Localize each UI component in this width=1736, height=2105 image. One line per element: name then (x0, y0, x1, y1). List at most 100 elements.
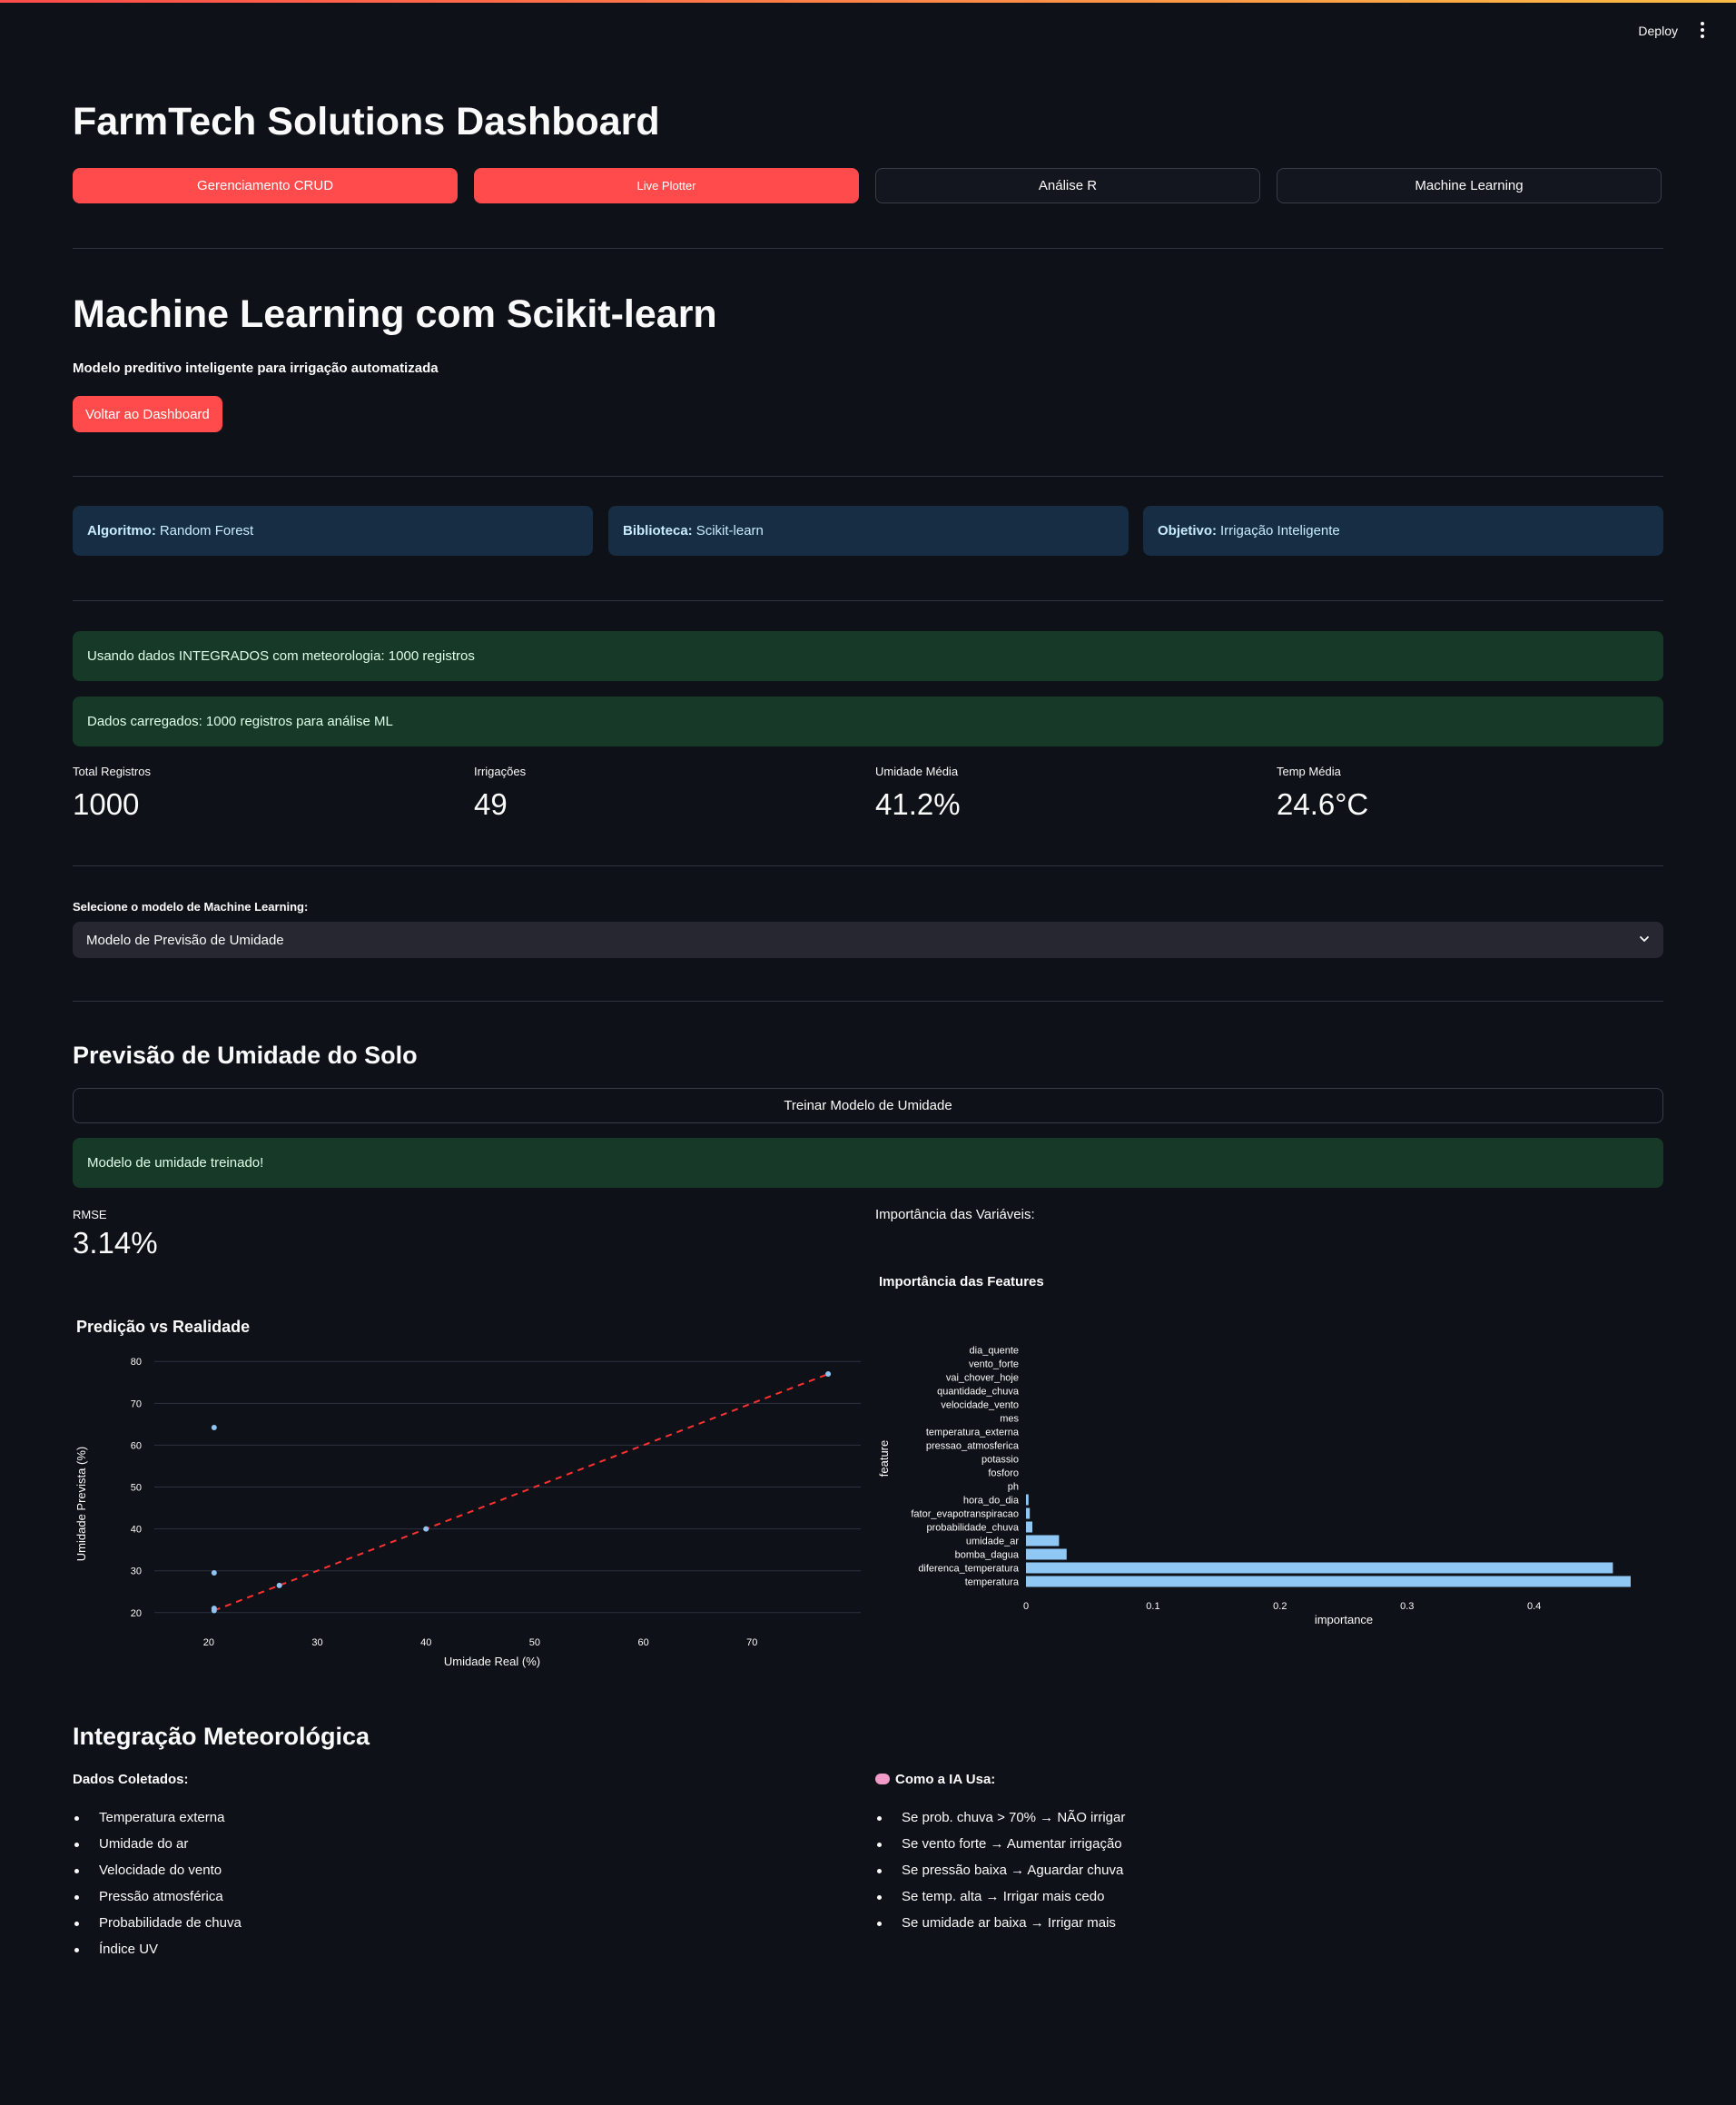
divider (73, 865, 1663, 866)
category-label: temperatura_externa (926, 1428, 1020, 1438)
list-item: Umidade do ar (73, 1835, 242, 1862)
success-message-integrated: Usando dados INTEGRADOS com meteorologia… (73, 631, 1663, 681)
ai-rules-list: Se prob. chuva > 70% → NÃO irrigar Se ve… (875, 1809, 1125, 1941)
success-message-loaded: Dados carregados: 1000 registros para an… (73, 697, 1663, 746)
info-value: Random Forest (159, 523, 254, 539)
bar (1026, 1576, 1631, 1587)
collected-data-list: Temperatura externa Umidade do ar Veloci… (73, 1809, 242, 1967)
nav-button-machine-learning[interactable]: Machine Learning (1277, 168, 1662, 203)
importance-label: Importância das Variáveis: (875, 1207, 1035, 1222)
category-label: potassio (981, 1455, 1019, 1466)
category-label: bomba_dagua (955, 1550, 1020, 1561)
list-item: Temperatura externa (73, 1809, 242, 1835)
divider (73, 248, 1663, 249)
x-tick-label: 0.2 (1273, 1601, 1287, 1612)
data-point (211, 1425, 217, 1431)
y-tick-label: 30 (131, 1566, 142, 1577)
category-label: diferenca_temperatura (918, 1564, 1020, 1575)
prediction-vs-reality-chart: Predição vs Realidade 20 30 40 50 60 70 80 20 30… (74, 1318, 861, 1668)
humidity-section-title: Previsão de Umidade do Solo (73, 1042, 418, 1069)
metric-total-registros: Total Registros 1000 (73, 765, 151, 822)
x-tick-label: 30 (311, 1637, 322, 1648)
more-vertical-icon[interactable] (1700, 22, 1705, 40)
info-box-objective: Objetivo: Irrigação Inteligente (1143, 506, 1663, 556)
chart-title: Predição vs Realidade (76, 1318, 250, 1336)
ai-usage-title: Como a IA Usa: (895, 1772, 996, 1787)
y-tick-label: 50 (131, 1483, 142, 1494)
data-point (423, 1526, 429, 1532)
x-tick-label: 70 (746, 1637, 757, 1648)
nav-button-live-plotter[interactable]: Live Plotter (474, 168, 859, 203)
data-point (211, 1569, 217, 1576)
list-item: Velocidade do vento (73, 1862, 242, 1888)
feature-importance-chart: Importância das Features dia_quentevento… (877, 1274, 1631, 1626)
deploy-button[interactable]: Deploy (1638, 24, 1678, 38)
list-item: Se prob. chuva > 70% → NÃO irrigar (875, 1809, 1125, 1835)
list-item: Se umidade ar baixa → Irrigar mais (875, 1914, 1125, 1941)
list-item: Se temp. alta → Irrigar mais cedo (875, 1888, 1125, 1914)
chevron-down-icon (1640, 936, 1649, 942)
info-key: Algoritmo: (87, 523, 156, 539)
category-label: vento_forte (969, 1359, 1019, 1370)
model-select-value: Modelo de Previsão de Umidade (86, 932, 284, 948)
category-label: velocidade_vento (941, 1400, 1019, 1411)
brain-icon (875, 1774, 890, 1784)
category-label: fator_evapotranspiracao (911, 1509, 1019, 1520)
data-point (825, 1371, 832, 1378)
metric-label: Umidade Média (875, 765, 959, 778)
train-humidity-model-button[interactable]: Treinar Modelo de Umidade (73, 1088, 1663, 1123)
nav-button-analise-r[interactable]: Análise R (875, 168, 1260, 203)
back-to-dashboard-button[interactable]: Voltar ao Dashboard (73, 396, 222, 432)
rmse-value: 3.14% (73, 1226, 158, 1260)
category-label: quantidade_chuva (937, 1387, 1020, 1398)
model-select-label: Selecione o modelo de Machine Learning: (73, 900, 309, 914)
metric-label: Irrigações (474, 765, 527, 778)
info-box-library: Biblioteca: Scikit-learn (608, 506, 1129, 556)
y-axis-label: Umidade Prevista (%) (74, 1447, 88, 1561)
x-tick-label: 20 (203, 1637, 214, 1648)
metric-irrigacoes: Irrigações 49 (474, 765, 526, 822)
bar (1026, 1494, 1029, 1506)
data-point (211, 1607, 217, 1614)
model-trained-message: Modelo de umidade treinado! (73, 1138, 1663, 1188)
bar (1026, 1535, 1060, 1547)
bar (1026, 1521, 1032, 1533)
x-tick-label: 0.4 (1527, 1601, 1541, 1612)
info-value: Scikit-learn (695, 523, 764, 539)
x-tick-label: 50 (529, 1637, 540, 1648)
category-label: temperatura (965, 1577, 1020, 1588)
category-label: vai_chover_hoje (946, 1373, 1019, 1384)
model-select[interactable]: Modelo de Previsão de Umidade (73, 922, 1663, 958)
bar (1026, 1548, 1067, 1560)
list-item: Se pressão baixa → Aguardar chuva (875, 1862, 1125, 1888)
collected-data-heading: Dados Coletados: (73, 1772, 189, 1787)
chart-title: Importância das Features (879, 1274, 1044, 1290)
x-tick-label: 0.3 (1400, 1601, 1414, 1612)
category-label: fosforo (988, 1468, 1019, 1479)
metric-value: 24.6°C (1277, 787, 1369, 821)
nav-button-crud[interactable]: Gerenciamento CRUD (73, 168, 458, 203)
category-label: dia_quente (970, 1346, 1019, 1357)
category-label: ph (1008, 1482, 1019, 1493)
x-tick-label: 0 (1023, 1601, 1029, 1612)
metric-umidade-media: Umidade Média 41.2% (875, 765, 961, 822)
section-subtitle: Modelo preditivo inteligente para irriga… (73, 361, 439, 376)
metric-value: 49 (474, 787, 508, 821)
list-item: Índice UV (73, 1941, 242, 1967)
x-tick-label: 0.1 (1146, 1601, 1159, 1612)
category-label: mes (1000, 1414, 1019, 1425)
bar (1026, 1507, 1031, 1519)
category-label: pressao_atmosferica (926, 1441, 1020, 1452)
data-point (276, 1582, 282, 1588)
metric-label: Temp Média (1277, 765, 1341, 778)
info-value: Irrigação Inteligente (1220, 523, 1340, 539)
section-title: Machine Learning com Scikit-learn (73, 292, 717, 336)
integration-section-title: Integração Meteorológica (73, 1723, 370, 1750)
reference-line (213, 1373, 829, 1612)
metric-value: 41.2% (875, 787, 961, 821)
metric-label: Total Registros (73, 765, 151, 778)
category-label: umidade_ar (966, 1537, 1019, 1547)
metric-temp-media: Temp Média 24.6°C (1277, 765, 1368, 822)
top-accent-bar (0, 0, 1736, 3)
y-tick-label: 60 (131, 1440, 142, 1451)
